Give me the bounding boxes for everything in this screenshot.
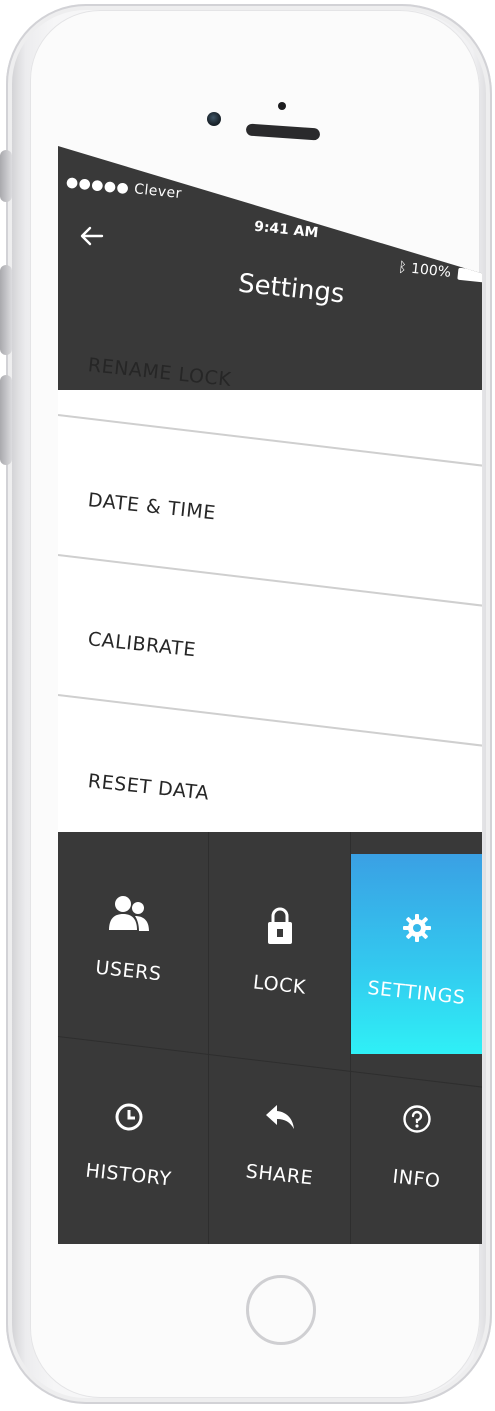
users-icon: [58, 894, 199, 934]
settings-item-label: RESET DATA: [86, 770, 211, 805]
volume-up-button: [0, 265, 12, 355]
grid-separator: [350, 832, 351, 1244]
settings-item-reset-data[interactable]: RESET DATA: [58, 698, 482, 838]
app-screen: ●●●●● Clever 9:41 AM ᛒ 100% Settings REN…: [58, 146, 482, 1244]
nav-tile-label: SHARE: [244, 1160, 315, 1190]
nav-tile-lock[interactable]: LOCK: [209, 846, 350, 1046]
settings-item-label: CALIBRATE: [86, 628, 198, 662]
mute-switch: [0, 150, 12, 202]
lock-icon: [209, 906, 350, 946]
device-mockup: ●●●●● Clever 9:41 AM ᛒ 100% Settings REN…: [0, 0, 495, 1411]
settings-item-rename-lock[interactable]: RENAME LOCK: [58, 286, 482, 426]
nav-tile-label: HISTORY: [84, 1159, 173, 1191]
grid-separator: [208, 832, 209, 1244]
settings-item-date-time[interactable]: DATE & TIME: [58, 421, 482, 561]
gear-icon: [351, 912, 482, 944]
clock-label: 9:41 AM: [253, 218, 320, 242]
battery-percent: 100%: [410, 260, 452, 281]
nav-tile-history[interactable]: HISTORY: [58, 1038, 199, 1244]
help-icon: [351, 1104, 482, 1134]
front-camera: [207, 112, 221, 126]
nav-tile-label: USERS: [94, 956, 163, 986]
nav-tile-settings[interactable]: SETTINGS: [351, 854, 482, 1054]
home-button[interactable]: [246, 1275, 316, 1345]
settings-item-label: RENAME LOCK: [86, 354, 233, 391]
nav-tile-label: SETTINGS: [366, 976, 467, 1010]
clock-icon: [58, 1102, 199, 1132]
nav-tile-share[interactable]: SHARE: [209, 1050, 350, 1244]
share-icon: [209, 1102, 350, 1132]
nav-tile-info[interactable]: INFO: [351, 1060, 482, 1244]
nav-grid: USERS LOCK SETTINGS HISTORY SHARE INFO: [58, 832, 482, 1244]
nav-tile-label: INFO: [391, 1165, 442, 1193]
settings-item-label: DATE & TIME: [86, 489, 217, 525]
back-arrow-icon[interactable]: [78, 222, 106, 250]
volume-down-button: [0, 375, 12, 465]
bluetooth-icon: ᛒ: [397, 259, 408, 277]
settings-item-calibrate[interactable]: CALIBRATE: [58, 560, 482, 700]
nav-tile-users[interactable]: USERS: [58, 832, 199, 1032]
proximity-sensor: [278, 102, 286, 110]
nav-tile-label: LOCK: [251, 971, 308, 999]
carrier-label: ●●●●● Clever: [65, 174, 183, 203]
